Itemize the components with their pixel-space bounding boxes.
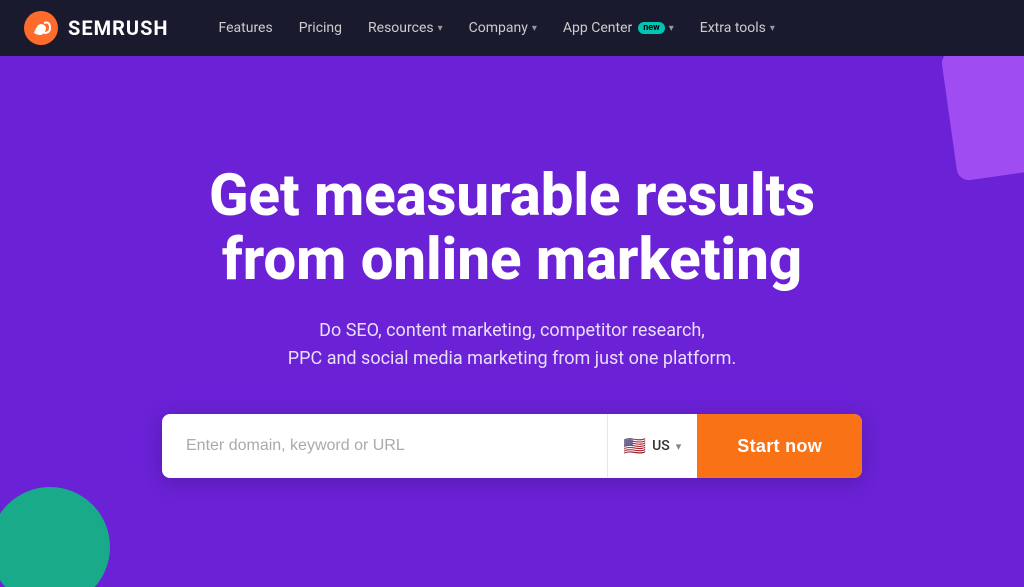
chevron-down-icon: ▾ <box>676 440 682 453</box>
deco-shape-top-right <box>940 56 1024 182</box>
brand-name: SEMRUSH <box>68 16 169 40</box>
hero-content: Get measurable results from online marke… <box>142 165 882 478</box>
nav-items: Features Pricing Resources ▾ Company ▾ A… <box>209 12 1000 44</box>
chevron-down-icon: ▾ <box>532 23 537 34</box>
nav-item-features[interactable]: Features <box>209 12 283 44</box>
nav-item-app-center[interactable]: App Center new ▾ <box>553 12 684 44</box>
nav-item-resources[interactable]: Resources ▾ <box>358 12 453 44</box>
chevron-down-icon: ▾ <box>438 23 443 34</box>
search-input[interactable] <box>162 414 607 478</box>
search-bar: 🇺🇸 US ▾ Start now <box>162 414 862 478</box>
chevron-down-icon: ▾ <box>669 23 674 34</box>
hero-title: Get measurable results from online marke… <box>162 165 862 293</box>
hero-subtitle: Do SEO, content marketing, competitor re… <box>162 317 862 375</box>
deco-shape-bottom-left <box>0 487 110 587</box>
nav-item-pricing[interactable]: Pricing <box>289 12 352 44</box>
us-flag-icon: 🇺🇸 <box>624 436 646 457</box>
country-code-label: US <box>652 438 670 454</box>
navbar: SEMRUSH Features Pricing Resources ▾ Com… <box>0 0 1024 56</box>
nav-item-extra-tools[interactable]: Extra tools ▾ <box>690 12 785 44</box>
start-now-button[interactable]: Start now <box>697 414 862 478</box>
new-badge: new <box>638 22 665 34</box>
semrush-logo-icon <box>24 11 58 45</box>
chevron-down-icon: ▾ <box>770 23 775 34</box>
country-selector[interactable]: 🇺🇸 US ▾ <box>607 414 698 478</box>
hero-section: Get measurable results from online marke… <box>0 56 1024 587</box>
nav-item-company[interactable]: Company ▾ <box>459 12 547 44</box>
logo[interactable]: SEMRUSH <box>24 11 169 45</box>
